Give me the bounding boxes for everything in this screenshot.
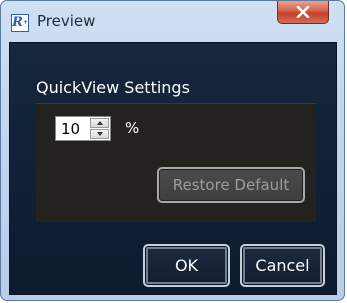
- ok-label: OK: [174, 256, 199, 275]
- close-button[interactable]: [277, 1, 329, 24]
- quickview-settings-heading: QuickView Settings: [36, 78, 190, 97]
- chevron-up-icon: [96, 121, 103, 125]
- close-icon: [296, 6, 310, 18]
- window-title: Preview: [37, 12, 96, 30]
- percent-unit-label: %: [125, 119, 140, 137]
- app-logo-icon: R+: [11, 14, 29, 32]
- quickview-percent-value[interactable]: 10: [61, 120, 80, 138]
- cancel-button[interactable]: Cancel: [240, 244, 325, 287]
- ok-button[interactable]: OK: [143, 244, 230, 287]
- restore-default-button[interactable]: Restore Default: [157, 167, 305, 203]
- stepper-up-button[interactable]: [90, 118, 109, 128]
- restore-default-label: Restore Default: [172, 176, 290, 194]
- quickview-percent-stepper[interactable]: 10: [55, 116, 111, 141]
- chevron-down-icon: [96, 132, 103, 136]
- cancel-label: Cancel: [255, 256, 310, 275]
- stepper-down-button[interactable]: [90, 129, 109, 139]
- title-bar[interactable]: R+ Preview: [1, 1, 344, 43]
- stepper-buttons: [90, 118, 109, 139]
